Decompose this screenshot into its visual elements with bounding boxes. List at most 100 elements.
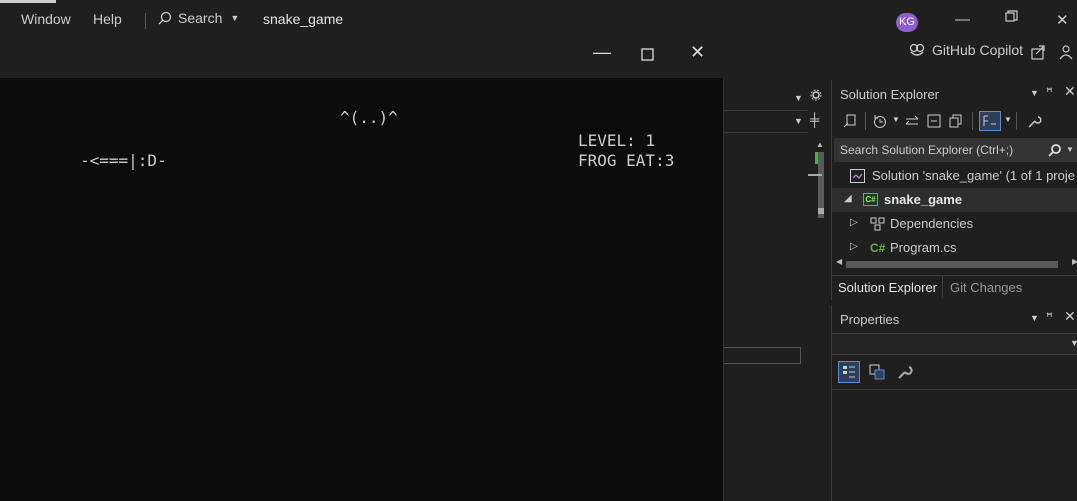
alphabetical-button[interactable] — [866, 361, 888, 383]
gear-icon[interactable] — [810, 89, 822, 101]
minimize-icon[interactable]: — — [593, 42, 611, 63]
collapse-all-icon[interactable] — [926, 113, 942, 129]
properties-toolbar — [838, 361, 916, 385]
copilot-icon — [909, 43, 925, 56]
csharp-project-icon: C# — [863, 193, 878, 206]
dependencies-icon — [870, 217, 885, 231]
chevron-down-icon[interactable]: ▼ — [892, 115, 900, 124]
close-icon[interactable]: ✕ — [1056, 11, 1069, 29]
copy-icon[interactable] — [948, 113, 964, 129]
solution-search-input[interactable]: Search Solution Explorer (Ctrl+;) ▼ — [834, 138, 1077, 162]
tree-item-label: Solution 'snake_game' (1 of 1 proje — [872, 168, 1075, 183]
chevron-down-icon[interactable]: ▼ — [1004, 115, 1012, 124]
editor-area — [722, 80, 830, 501]
restore-icon[interactable] — [1005, 10, 1018, 27]
maximize-icon[interactable] — [641, 45, 654, 66]
search-icon[interactable] — [1048, 143, 1062, 157]
split-icon[interactable]: ╪ — [810, 112, 819, 127]
collapsed-arrow-icon: ▷ — [850, 241, 858, 252]
search-label: Search — [178, 10, 223, 26]
wrench-icon — [898, 366, 913, 379]
console-title-bar[interactable]: — ✕ — [0, 30, 724, 78]
tree-item-label: Dependencies — [890, 216, 974, 231]
solution-icon — [850, 169, 865, 183]
chevron-down-icon[interactable]: ▼ — [1066, 145, 1074, 154]
collapsed-arrow-icon: ▷ — [850, 217, 858, 228]
tree-item-solution[interactable]: Solution 'snake_game' (1 of 1 proje — [832, 164, 1077, 188]
menu-help[interactable]: Help — [93, 11, 122, 27]
history-icon[interactable] — [872, 113, 888, 129]
scroll-up-icon[interactable]: ▲ — [816, 140, 824, 149]
menu-window[interactable]: Window — [21, 11, 71, 27]
tab-separator — [942, 276, 943, 298]
solution-explorer-toolbar: ▼ ▼ — [832, 108, 1077, 136]
editor-divider — [722, 110, 808, 111]
categorized-button[interactable] — [838, 361, 860, 383]
frog: ^(..)^ — [340, 108, 398, 127]
tree-item-dependencies[interactable]: ▷ Dependencies — [832, 212, 1077, 236]
scroll-right-icon[interactable]: ▶ — [1072, 257, 1077, 266]
panel-title: Properties — [840, 312, 900, 327]
chevron-down-icon: ▼ — [1070, 338, 1077, 348]
scroll-marker — [818, 208, 824, 214]
solution-explorer-panel: Solution Explorer ▼ ꟸ ✕ ▼ ▼ Search Solut… — [831, 80, 1077, 300]
change-marker — [815, 152, 818, 164]
editor-divider — [722, 132, 808, 133]
tree-item-project[interactable]: ◢ C# snake_game — [832, 188, 1077, 212]
search-icon — [158, 11, 172, 25]
copilot-label: GitHub Copilot — [932, 42, 1024, 58]
github-copilot-button[interactable]: GitHub Copilot — [908, 42, 1023, 58]
scrollbar-thumb[interactable] — [846, 261, 1058, 268]
menu-separator — [145, 13, 146, 29]
preview-selected-icon[interactable] — [979, 111, 1001, 131]
search-button[interactable]: Search ▼ — [158, 10, 239, 26]
project-title: snake_game — [263, 11, 344, 27]
console-window[interactable]: — ✕ ^(..)^ -<===|:D- LEVEL: 1 FROG EAT:3 — [0, 30, 724, 501]
tab-git-changes[interactable]: Git Changes — [950, 280, 1022, 295]
scroll-left-icon[interactable]: ◀ — [836, 257, 842, 266]
horizontal-scrollbar[interactable]: ◀ ▶ — [836, 257, 1077, 270]
alphabetical-icon — [869, 364, 885, 380]
chevron-down-icon[interactable]: ▼ — [1030, 88, 1039, 98]
pin-icon[interactable]: ꟸ — [1046, 85, 1053, 99]
wrench-icon[interactable] — [1026, 113, 1042, 129]
categorized-icon — [843, 366, 855, 378]
tree-item-label: Program.cs — [890, 240, 957, 255]
editor-input-edge — [722, 347, 801, 364]
chevron-down-icon[interactable]: ▼ — [1030, 313, 1039, 323]
property-pages-button[interactable] — [894, 361, 916, 383]
chevron-down-icon: ▼ — [230, 13, 240, 23]
top-tab — [0, 0, 56, 3]
toolbar-divider — [832, 389, 1077, 390]
search-placeholder: Search Solution Explorer (Ctrl+;) — [840, 143, 1014, 157]
toolbar-separator — [972, 112, 973, 130]
snake: -<===|:D- — [80, 151, 167, 170]
person-icon[interactable] — [1059, 44, 1075, 60]
close-icon[interactable]: ✕ — [1064, 83, 1076, 100]
toolbar-separator — [1016, 112, 1017, 130]
level-label: LEVEL: 1 — [578, 131, 656, 150]
expanded-arrow-icon: ◢ — [844, 193, 852, 204]
avatar[interactable]: KG — [896, 13, 918, 32]
panel-tabs: Solution Explorer Git Changes — [832, 275, 1077, 299]
sync-icon[interactable] — [842, 113, 858, 129]
pin-icon[interactable]: ꟸ — [1046, 310, 1053, 324]
tree-item-label: snake_game — [884, 192, 963, 207]
toolbar-separator — [865, 112, 866, 130]
share-icon[interactable] — [1030, 44, 1046, 60]
menu-bar: Window Help Search ▼ snake_game KG — ✕ — [0, 5, 1077, 33]
close-icon[interactable]: ✕ — [690, 42, 705, 63]
tab-solution-explorer[interactable]: Solution Explorer — [838, 280, 937, 295]
chevron-down-icon[interactable]: ▼ — [794, 116, 803, 126]
chevron-down-icon[interactable]: ▼ — [794, 93, 803, 103]
csharp-file-icon: C# — [870, 241, 886, 255]
properties-panel: Properties ▼ ꟸ ✕ ▼ — [831, 305, 1077, 501]
minimize-icon[interactable]: — — [955, 11, 970, 28]
scroll-marker — [808, 174, 822, 176]
tree-item-program[interactable]: ▷ C# Program.cs — [832, 236, 1077, 260]
panel-title: Solution Explorer — [840, 87, 939, 102]
object-selector[interactable]: ▼ — [832, 333, 1077, 355]
close-icon[interactable]: ✕ — [1064, 308, 1076, 325]
frog-eat-label: FROG EAT:3 — [578, 151, 675, 170]
switch-views-icon[interactable] — [904, 113, 920, 129]
